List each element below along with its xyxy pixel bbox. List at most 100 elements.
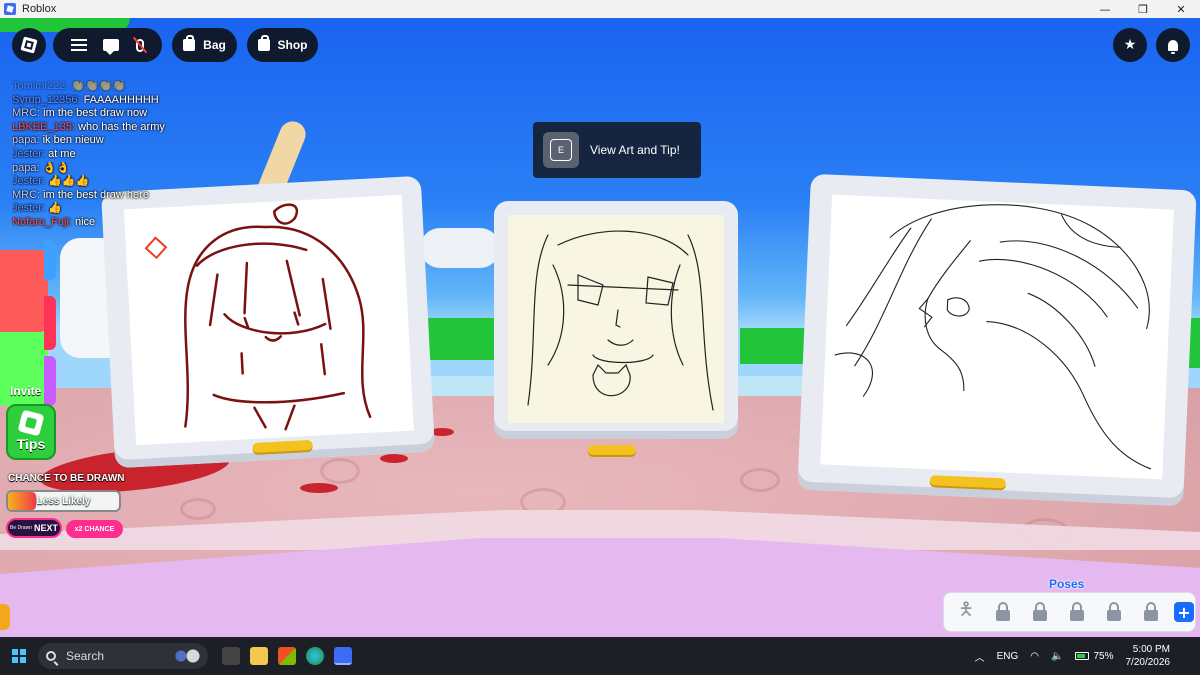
chat-log: Tomimi222: 👏👏👏👏 Syrup_12356: FAAAAHHHHH MR… [12,80,202,230]
lock-icon [1070,601,1084,621]
drawing-right-art [834,204,1152,470]
chat-username[interactable]: papa: [12,134,40,146]
chat-message: Tomimi222: 👏👏👏👏 [12,80,202,94]
roblox-menu-button[interactable] [12,28,46,62]
file-explorer-icon[interactable] [250,647,268,665]
drawing-right [820,194,1174,480]
bag-button[interactable]: Bag [172,28,237,62]
robux-icon [17,409,45,437]
chat-username[interactable]: MRC: [12,189,40,201]
prompt-text: View Art and Tip! [590,143,680,157]
battery-indicator[interactable]: 75% [1075,650,1114,662]
side-tab-orange[interactable] [0,604,10,630]
chat-message: MRC: im the best draw here [12,189,202,203]
battery-percent: 75% [1093,650,1114,662]
pose-slot-locked[interactable] [1100,598,1128,626]
view-art-prompt[interactable]: E View Art and Tip! [533,122,701,178]
poses-bar: 🯅 + [943,592,1196,632]
volume-icon[interactable]: 🔈 [1051,651,1063,662]
pose-slot-default[interactable]: 🯅 [952,598,980,626]
chat-username[interactable]: Syrup_12356: [12,94,81,106]
poses-title: Poses [1049,577,1085,591]
x2-chance-button[interactable]: x2 CHANCE [66,520,123,538]
chat-username[interactable]: LBKEE_135: [12,121,75,133]
pose-slot-locked[interactable] [1026,598,1054,626]
easel-clip [588,445,636,455]
hamburger-menu-icon[interactable] [71,39,88,51]
side-tab-red [44,296,56,350]
task-view-icon[interactable] [222,647,240,665]
chat-username[interactable]: Jester: [12,175,45,187]
chat-username[interactable]: Jester: [12,202,45,214]
close-button[interactable]: ✕ [1162,0,1200,18]
bag-icon [183,35,196,51]
window-titlebar: Roblox — ❐ ✕ [0,0,1200,18]
invite-label[interactable]: Invite [10,384,41,398]
drawing-center [508,215,724,423]
chat-message: Syrup_12356: FAAAAHHHHH [12,94,202,108]
shop-icon [257,35,270,51]
search-icon [46,651,56,661]
system-tray: ︿ ENG ◠ 🔈 75% 5:00 PM 7/20/2026 [975,637,1200,675]
easel-center[interactable] [494,201,738,455]
favorite-button[interactable]: ★ [1113,28,1147,62]
chat-text: 👍 [48,202,62,215]
minimize-button[interactable]: — [1086,0,1124,18]
chat-message: Jester: 👍 [12,202,202,216]
chat-username[interactable]: MRC: [12,107,40,119]
roblox-app-icon [4,3,16,15]
lock-icon [1033,601,1047,621]
chat-username[interactable]: Tomimi222: [12,80,68,92]
scenery-hill [420,318,500,360]
ground-swirl [740,468,780,492]
pose-slot-locked[interactable] [989,598,1017,626]
side-tab-blue [44,240,56,280]
roblox-taskbar-icon[interactable] [334,647,352,665]
microsoft-store-icon[interactable] [278,647,296,665]
easel-right[interactable] [797,173,1197,507]
search-highlight-icon [172,647,202,665]
bag-label: Bag [203,38,226,52]
chat-text: ik ben nieuw [42,134,104,147]
drawing-left [123,194,414,446]
chat-message: LBKEE_135: who has the army [12,121,202,135]
restore-button[interactable]: ❐ [1124,0,1162,18]
chat-text: 👏👏👏👏 [71,80,127,92]
chat-username[interactable]: Jester: [12,148,45,160]
chevron-up-icon[interactable]: ︿ [975,649,985,664]
ground-swirl [320,458,360,484]
ground-swirl [180,498,216,520]
windows-start-icon[interactable] [12,649,26,663]
taskbar-search[interactable]: Search [38,643,208,669]
chat-message: MRC: im the best draw now [12,107,202,121]
sparkle-mark [144,236,168,260]
chat-username[interactable]: papa: [12,162,40,174]
clock-date: 7/20/2026 [1125,657,1171,668]
chat-text: nice [74,215,96,228]
lock-icon [996,601,1010,621]
chat-username[interactable]: Nofaru_Fuji: [12,216,72,228]
be-drawn-next-button[interactable]: Be Drawn NEXT [6,518,62,538]
add-pose-button[interactable]: + [1174,602,1194,622]
next-label: NEXT [33,523,58,533]
chat-message: Jester: at me [12,148,202,162]
pose-slot-locked[interactable] [1063,598,1091,626]
tips-button[interactable]: Tips [6,404,56,460]
taskbar-clock[interactable]: 5:00 PM 7/20/2026 [1126,643,1171,669]
lock-icon [1107,601,1121,621]
scenery-hill [740,328,810,364]
mic-toggle[interactable] [132,36,148,54]
edge-browser-icon[interactable] [306,647,324,665]
language-indicator[interactable]: ENG [997,651,1019,662]
shop-label: Shop [277,38,308,52]
chance-title: CHANCE TO BE DRAWN [8,473,125,484]
shop-button[interactable]: Shop [247,28,318,62]
chat-icon[interactable] [103,39,120,55]
window-title: Roblox [22,3,57,15]
star-icon: ★ [1123,37,1137,53]
chat-text: at me [48,147,76,160]
notifications-button[interactable] [1156,28,1190,62]
wifi-icon[interactable]: ◠ [1030,651,1039,662]
pose-slot-locked[interactable] [1137,598,1165,626]
side-button-red[interactable] [0,250,48,332]
